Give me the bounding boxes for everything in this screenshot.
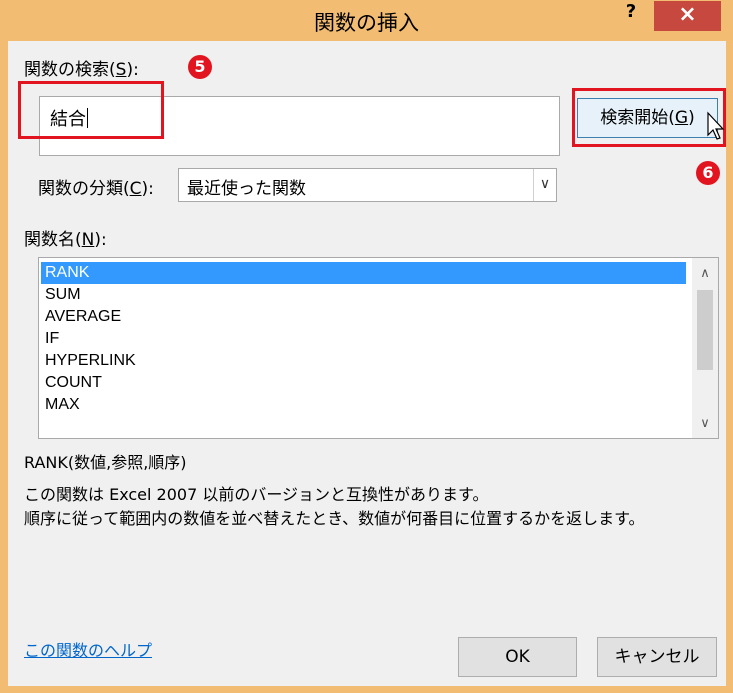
highlight-box-go	[572, 88, 726, 147]
title-bar: 関数の挿入 ? ×	[1, 1, 732, 41]
mouse-pointer-icon	[707, 111, 725, 140]
help-button[interactable]: ?	[611, 1, 651, 27]
category-label-key: C	[129, 179, 142, 199]
close-button[interactable]: ×	[654, 1, 721, 31]
ok-button[interactable]: OK	[458, 637, 577, 677]
step-5-badge: 5	[188, 55, 212, 79]
insert-function-dialog: 関数の挿入 ? × 関数の検索(S): 5 結合 検索開始(G) 6 関数の分類…	[0, 0, 733, 693]
category-select[interactable]: 最近使った関数 ∨	[178, 168, 557, 202]
function-description-line2: 順序に従って範囲内の数値を並べ替えたとき、数値が何番目に位置するかを返します。	[24, 509, 645, 528]
function-help-link[interactable]: この関数のヘルプ	[24, 637, 152, 661]
category-label-prefix: 関数の分類(	[38, 179, 130, 199]
function-list[interactable]: RANK SUM AVERAGE IF HYPERLINK COUNT MAX …	[38, 257, 719, 439]
function-label-key: N	[81, 230, 95, 250]
list-item[interactable]: COUNT	[41, 372, 686, 394]
list-item[interactable]: SUM	[41, 284, 686, 306]
dialog-body: 関数の検索(S): 5 結合 検索開始(G) 6 関数の分類(C): 最近使った…	[8, 41, 726, 686]
vertical-scrollbar[interactable]: ∧ ∨	[692, 258, 718, 438]
function-name-label: 関数名(N):	[24, 225, 107, 250]
function-description-line1: この関数は Excel 2007 以前のバージョンと互換性があります。	[24, 485, 489, 504]
category-label-suffix: ):	[141, 179, 154, 199]
step-6-badge: 6	[696, 161, 720, 185]
cancel-button[interactable]: キャンセル	[597, 637, 717, 677]
category-label: 関数の分類(C):	[38, 174, 154, 199]
scroll-thumb[interactable]	[697, 290, 713, 370]
list-item[interactable]: RANK	[41, 262, 686, 284]
scroll-up-icon[interactable]: ∧	[692, 264, 718, 284]
search-label-prefix: 関数の検索(	[24, 60, 116, 80]
highlight-box-search	[18, 81, 164, 139]
chevron-down-icon[interactable]: ∨	[533, 169, 556, 201]
category-selected: 最近使った関数	[187, 179, 306, 199]
function-syntax: RANK(数値,参照,順序)	[24, 453, 187, 472]
search-label: 関数の検索(S):	[24, 55, 139, 80]
list-item[interactable]: HYPERLINK	[41, 350, 686, 372]
search-label-key: S	[115, 60, 127, 80]
search-label-suffix: ):	[126, 60, 139, 80]
list-item[interactable]: AVERAGE	[41, 306, 686, 328]
function-label-suffix: ):	[94, 230, 107, 250]
function-label-prefix: 関数名(	[24, 230, 82, 250]
scroll-down-icon[interactable]: ∨	[692, 414, 718, 434]
list-item[interactable]: IF	[41, 328, 686, 350]
list-item[interactable]: MAX	[41, 394, 686, 416]
